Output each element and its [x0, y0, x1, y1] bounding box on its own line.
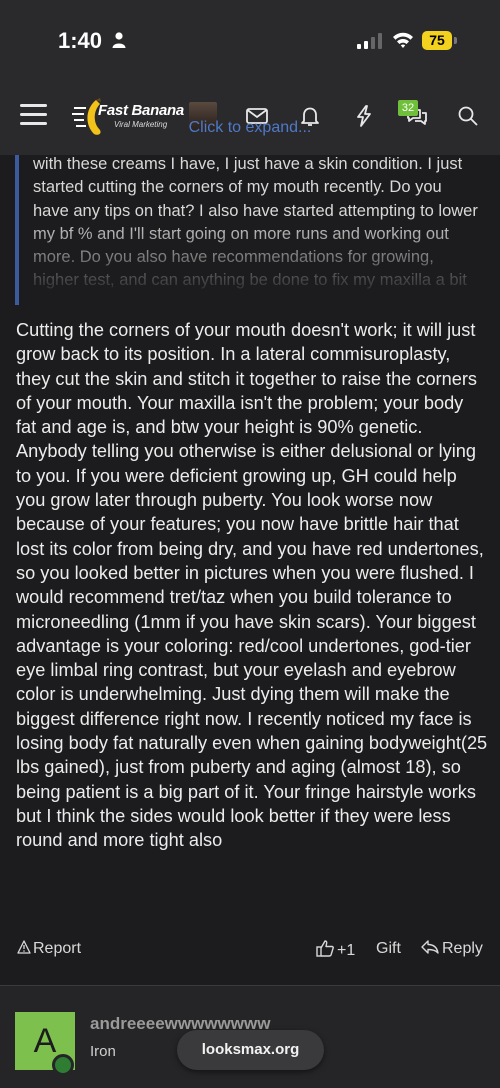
quote-fade — [19, 215, 485, 305]
click-to-expand-link[interactable]: Click to expand... — [0, 119, 500, 137]
status-time: 1:40 — [58, 28, 103, 53]
wifi-icon — [393, 32, 413, 48]
report-label: Report — [33, 940, 82, 957]
user-rank: Iron — [90, 1043, 116, 1060]
reply-button[interactable]: Reply — [421, 940, 483, 958]
chat-badge: 32 — [398, 100, 418, 116]
report-button[interactable]: Report — [17, 940, 81, 958]
next-post-header: A andreeeewwwwwwww Iron looksmax.org — [0, 986, 500, 1088]
thumbs-up-icon — [316, 940, 334, 957]
post-body: Cutting the corners of your mouth doesn'… — [16, 320, 488, 851]
battery-tip — [454, 37, 457, 44]
like-count: +1 — [337, 942, 356, 959]
quote-block: with these creams I have, I just have a … — [15, 155, 485, 305]
site-url-pill[interactable]: looksmax.org — [177, 1030, 324, 1070]
status-bar: 1:40 75 — [0, 0, 500, 80]
nav-bar: Fast Banana Viral Marketing 32 — [0, 80, 500, 155]
post-actions: Report +1 Gift Reply — [0, 936, 500, 966]
online-status-icon — [52, 1054, 74, 1076]
logo-title: Fast Banana — [98, 102, 184, 119]
signal-icon — [357, 33, 382, 49]
gift-button[interactable]: Gift — [376, 940, 401, 958]
warning-icon — [17, 940, 31, 954]
battery-icon: 75 — [422, 31, 452, 50]
reply-label: Reply — [442, 940, 483, 957]
like-button[interactable]: +1 — [316, 940, 355, 960]
reply-arrow-icon — [421, 940, 439, 954]
person-icon — [112, 32, 126, 48]
